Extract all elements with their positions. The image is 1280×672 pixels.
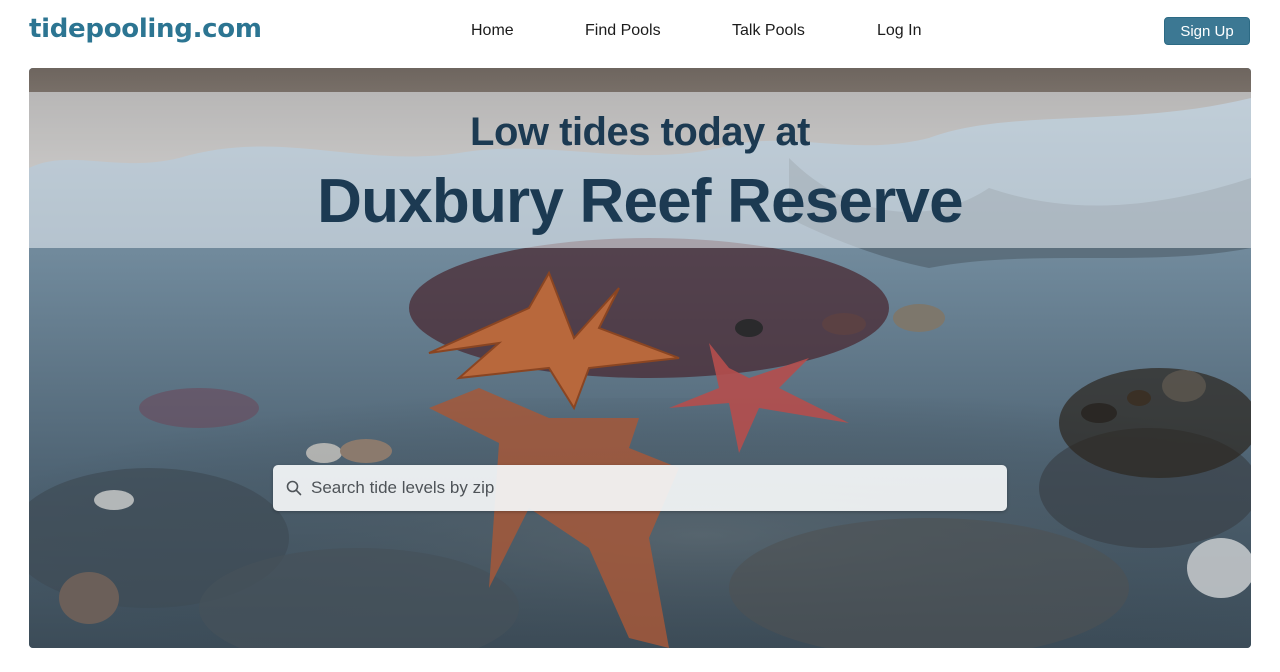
nav-item-find-pools[interactable]: Find Pools <box>585 22 661 40</box>
hero-location-title: Duxbury Reef Reserve <box>317 167 963 236</box>
zip-search-input[interactable] <box>311 465 1007 511</box>
search-icon <box>285 479 303 497</box>
hero-section: Low tides today at Duxbury Reef Reserve <box>29 68 1251 648</box>
nav-item-log-in[interactable]: Log In <box>877 22 921 40</box>
site-header: tidepooling.com Home Find Pools Talk Poo… <box>0 0 1280 66</box>
hero-headline: Low tides today at <box>470 110 810 154</box>
nav-item-talk-pools[interactable]: Talk Pools <box>732 22 805 40</box>
search-bar[interactable] <box>273 465 1007 511</box>
sign-up-button[interactable]: Sign Up <box>1164 17 1250 45</box>
main-nav: Home Find Pools Talk Pools Log In <box>0 22 1280 42</box>
nav-item-home[interactable]: Home <box>471 22 514 40</box>
hero-banner: Low tides today at Duxbury Reef Reserve <box>29 92 1251 248</box>
